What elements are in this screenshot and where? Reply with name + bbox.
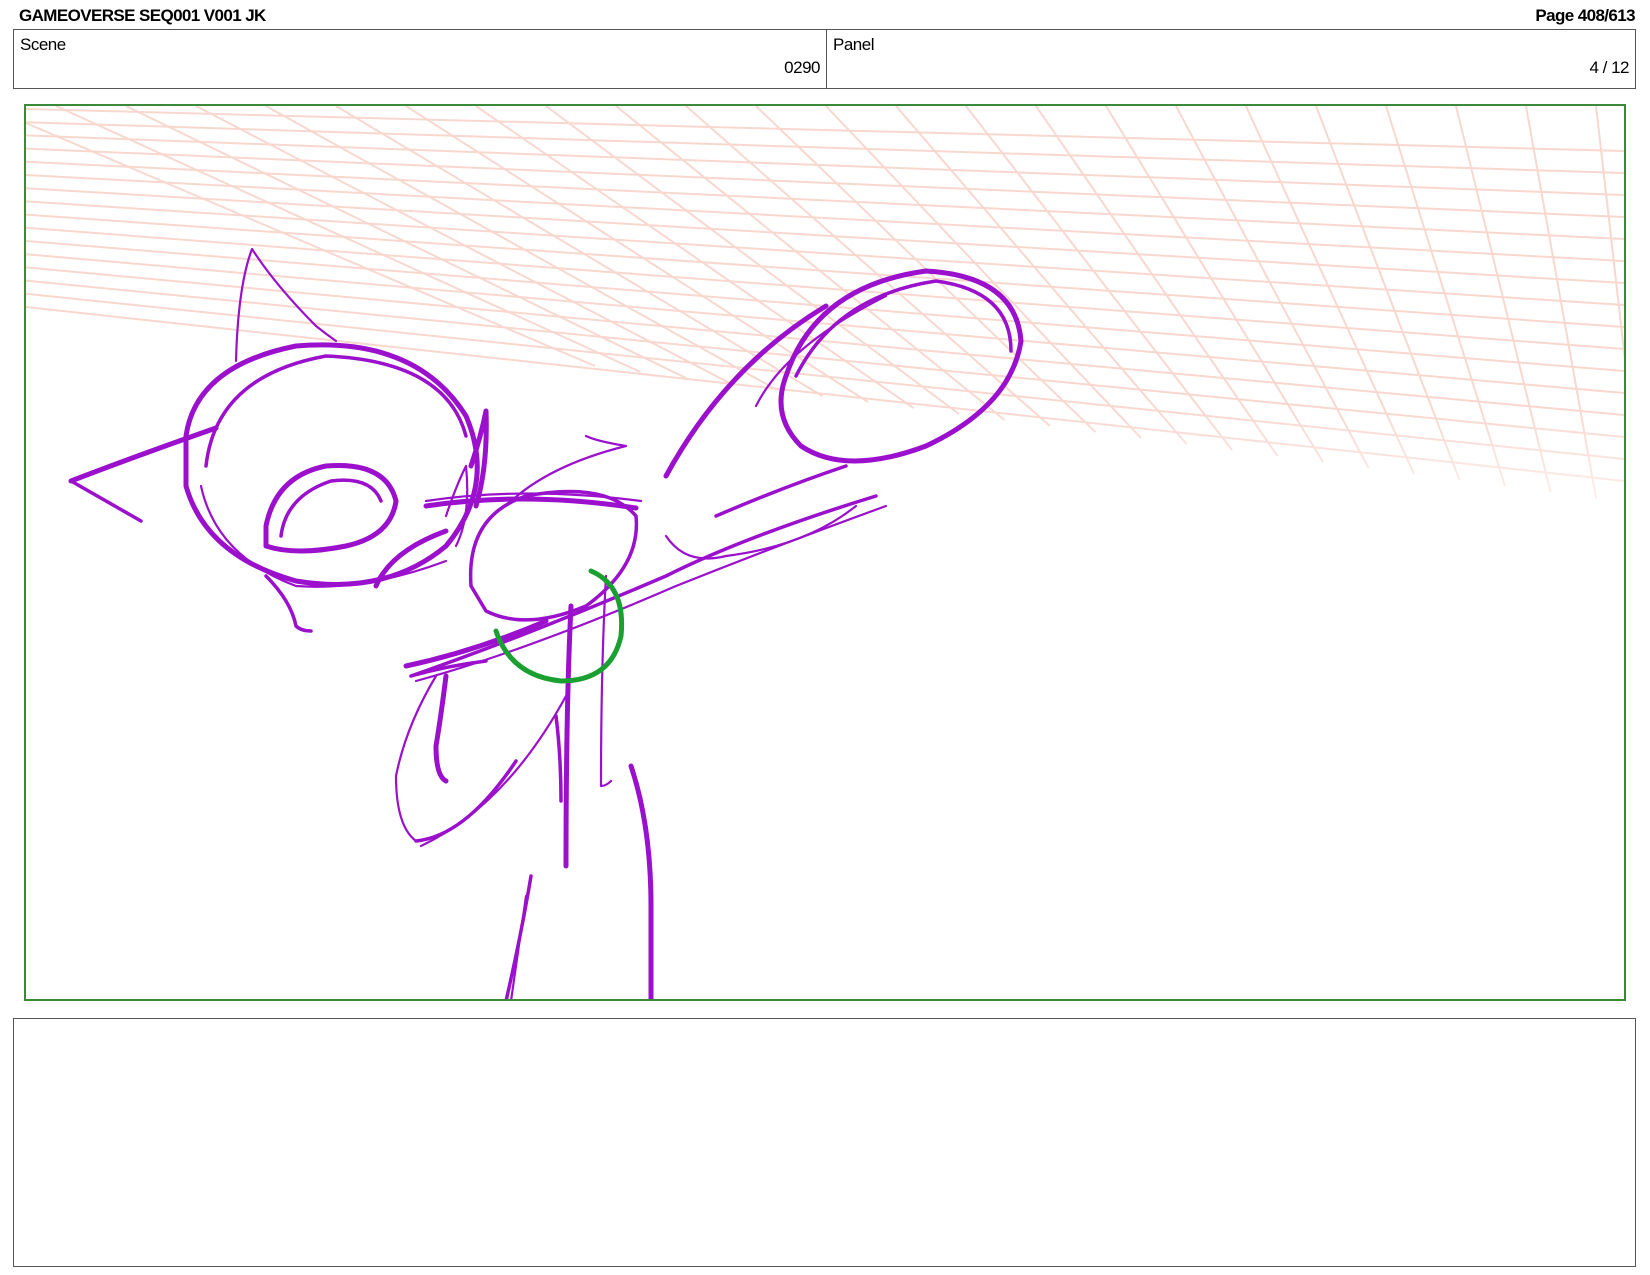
scene-cell: Scene 0290 [14,30,827,88]
scene-number: 0290 [784,58,820,77]
scene-panel-info: Scene 0290 Panel 4 / 12 [13,29,1636,89]
notes-box [13,1018,1636,1267]
character-sketch [68,247,1024,999]
grid-line [26,213,1624,328]
storyboard-panel-frame [24,104,1626,1001]
page-number: Page 408/613 [1535,6,1635,25]
arm-long [403,618,549,669]
document-title: GAMEOVERSE SEQ001 V001 JK [19,6,266,25]
leg-right [510,894,528,999]
storyboard-sketch [26,106,1624,999]
body-line [599,574,613,788]
panel-label: Panel [833,35,874,54]
body-line [563,603,574,869]
leg-right [628,763,654,999]
leg-right [504,874,533,999]
scene-label: Scene [20,35,66,54]
leg-left [394,674,438,843]
leg-left [414,759,518,843]
leg-left [433,673,449,784]
grid-line [26,174,1624,262]
panel-number: 4 / 12 [1589,58,1629,77]
grid-line [895,106,1188,445]
body-line [554,714,563,803]
grid-line [545,106,960,415]
grid-line [26,147,1624,218]
panel-cell: Panel 4 / 12 [827,30,1635,88]
